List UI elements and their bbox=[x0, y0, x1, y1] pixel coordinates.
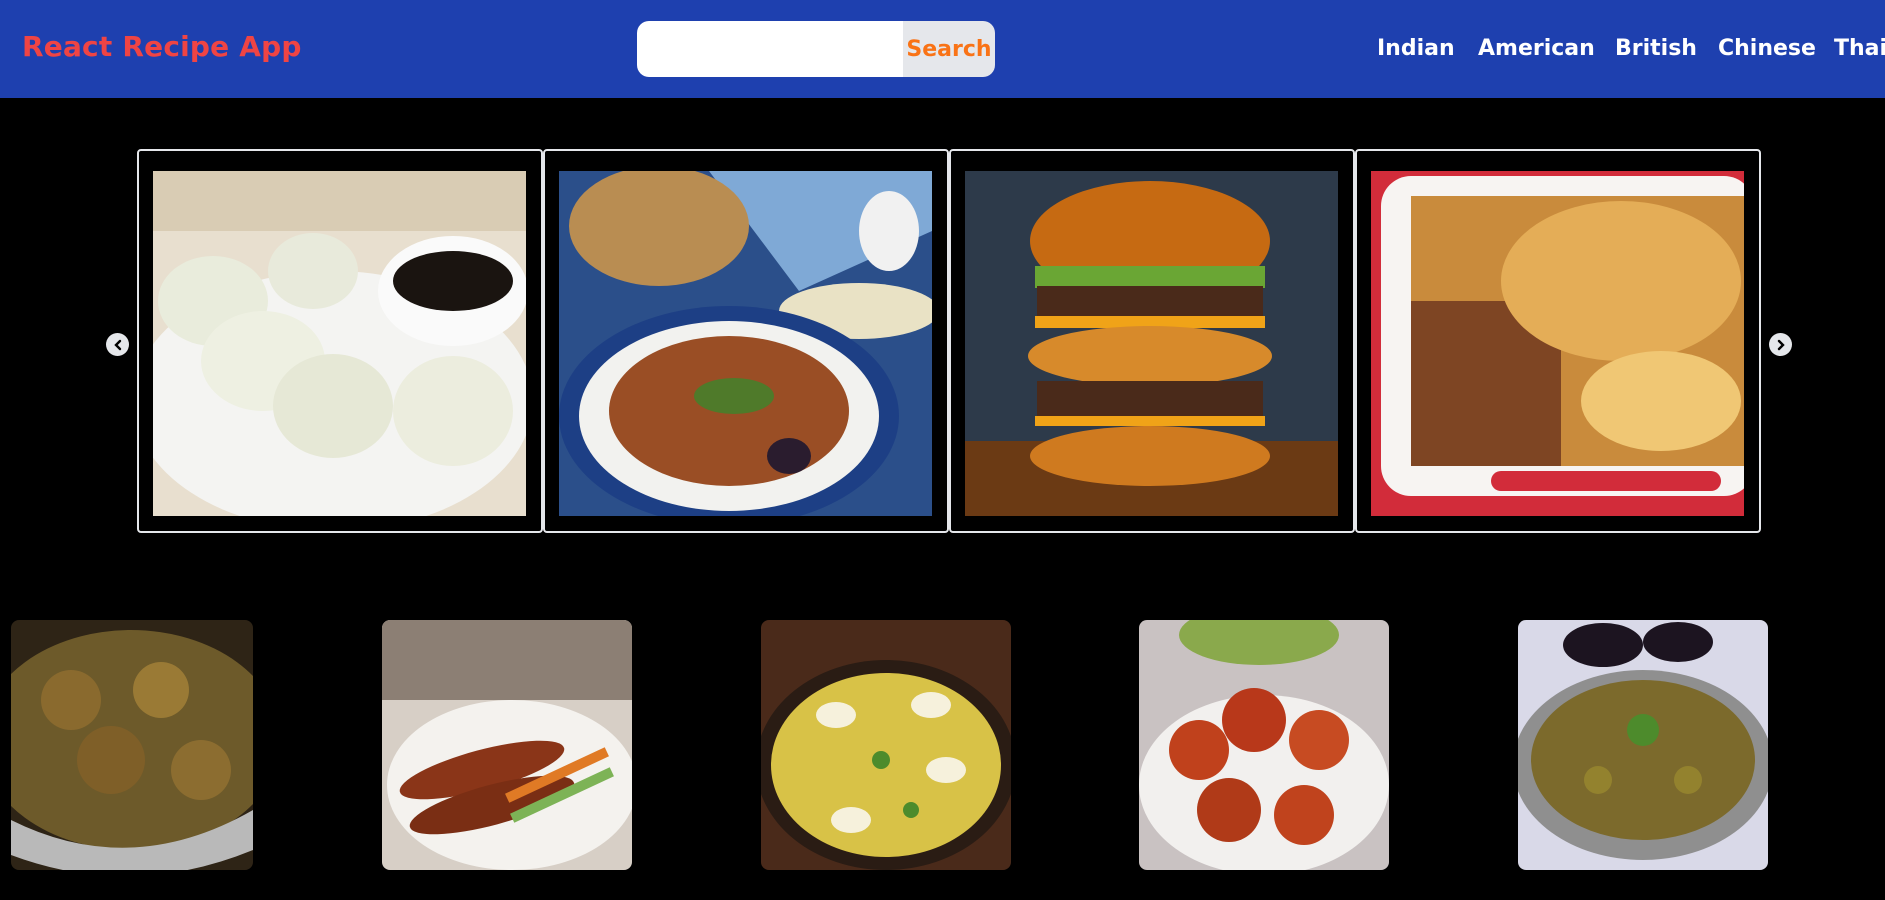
carousel-slide-dumplings[interactable] bbox=[137, 149, 543, 533]
nav-link-chinese[interactable]: Chinese bbox=[1718, 36, 1816, 61]
recipe-card-tandoori-chicken[interactable] bbox=[1139, 620, 1389, 870]
tandoori-chicken-image bbox=[1139, 620, 1389, 870]
chevron-left-icon bbox=[113, 339, 121, 350]
fried-fish-image bbox=[382, 620, 632, 870]
navbar: React Recipe App Search Indian American … bbox=[0, 0, 1885, 98]
baingan-bharta-image bbox=[1518, 620, 1768, 870]
recipe-card-curry-dish[interactable] bbox=[11, 620, 253, 870]
cuisine-nav: Indian American British Chinese Thai bbox=[0, 36, 1885, 66]
nav-link-american[interactable]: American bbox=[1478, 36, 1595, 61]
carousel-slide-double-burger[interactable] bbox=[949, 149, 1355, 533]
curry-dish-image bbox=[11, 620, 253, 870]
recipe-card-fried-fish[interactable] bbox=[382, 620, 632, 870]
nav-link-british[interactable]: British bbox=[1615, 36, 1697, 61]
nav-link-thai[interactable]: Thai bbox=[1834, 36, 1885, 61]
vegetable-platter-image bbox=[559, 171, 932, 516]
lasagna-image bbox=[1371, 171, 1744, 516]
recipe-card-baingan-bharta[interactable] bbox=[1518, 620, 1768, 870]
carousel-prev-button[interactable] bbox=[106, 333, 129, 356]
kedgeree-image bbox=[761, 620, 1011, 870]
carousel-next-button[interactable] bbox=[1769, 333, 1792, 356]
carousel-slide-vegetable-platter[interactable] bbox=[543, 149, 949, 533]
dumplings-image bbox=[153, 171, 526, 516]
nav-link-indian[interactable]: Indian bbox=[1377, 36, 1455, 61]
chevron-right-icon bbox=[1777, 339, 1785, 350]
carousel-slide-lasagna[interactable] bbox=[1355, 149, 1761, 533]
recipe-card-kedgeree[interactable] bbox=[761, 620, 1011, 870]
double-burger-image bbox=[965, 171, 1338, 516]
